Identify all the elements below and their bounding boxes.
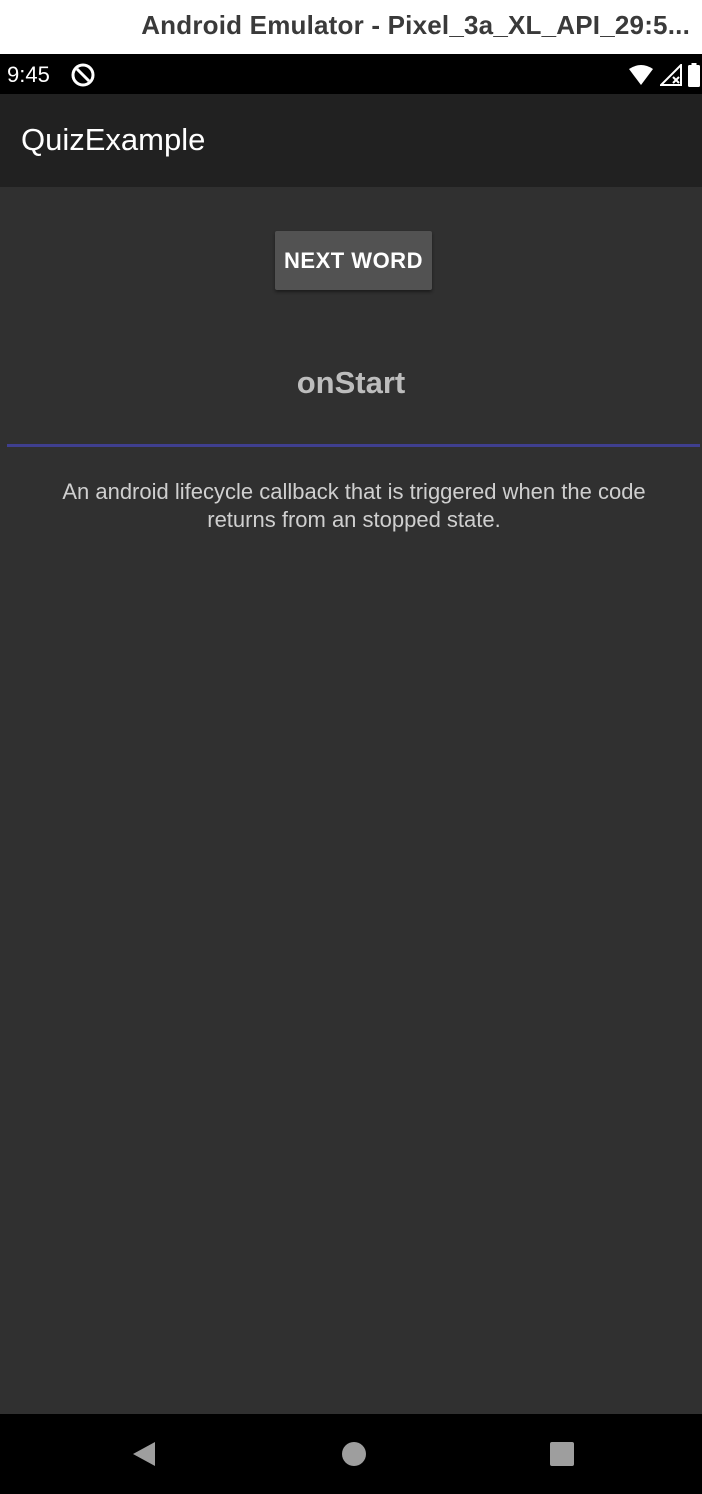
word-definition: An android lifecycle callback that is tr…: [62, 479, 646, 532]
window-title: Android Emulator - Pixel_3a_XL_API_29:5.…: [141, 10, 690, 40]
status-time: 9:45: [7, 62, 50, 87]
app-bar: QuizExample: [0, 94, 702, 187]
status-icons: [628, 62, 700, 88]
app-notification-icon: [71, 63, 95, 87]
cellular-signal-icon: [660, 64, 682, 86]
battery-icon: [688, 63, 700, 87]
back-icon[interactable]: [130, 1440, 158, 1468]
app-title: QuizExample: [21, 122, 206, 157]
divider: [7, 444, 700, 447]
wifi-icon: [629, 65, 653, 85]
status-bar: 9:45: [0, 54, 702, 94]
next-word-button[interactable]: NEXT WORD: [275, 231, 432, 290]
quiz-word: onStart: [296, 365, 406, 400]
navigation-bar: [0, 1414, 702, 1494]
home-icon[interactable]: [340, 1440, 368, 1468]
emulator-window-titlebar: Android Emulator - Pixel_3a_XL_API_29:5.…: [0, 0, 702, 54]
recents-icon[interactable]: [548, 1440, 576, 1468]
quiz-content: NEXT WORD onStart An android lifecycle c…: [0, 187, 702, 1414]
